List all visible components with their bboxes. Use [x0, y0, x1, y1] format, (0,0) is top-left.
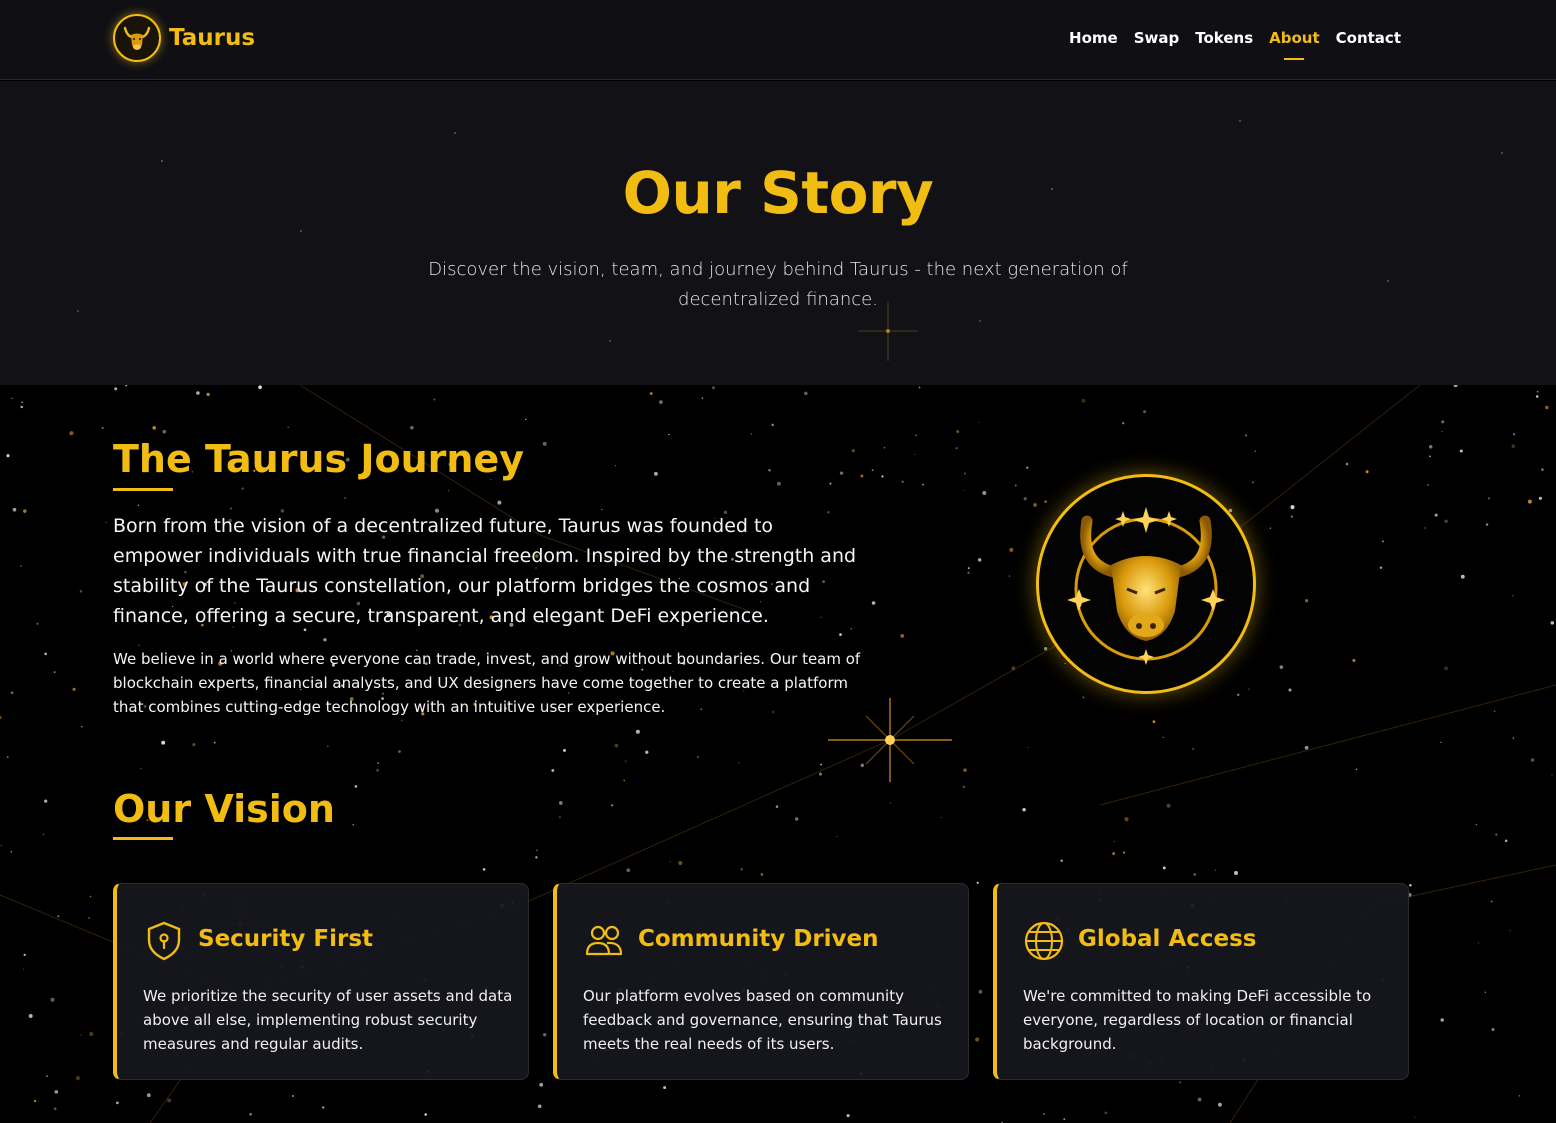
card-description: We prioritize the security of user asset…	[143, 987, 513, 1053]
nav-link-home[interactable]: Home	[1069, 29, 1118, 47]
bull-logo-icon[interactable]	[113, 14, 161, 62]
nav-link-swap[interactable]: Swap	[1134, 29, 1180, 47]
main-nav: Home Swap Tokens About Contact	[1069, 29, 1401, 47]
globe-icon	[1023, 920, 1065, 962]
card-title: Global Access	[1078, 926, 1257, 952]
journey-lead-paragraph: Born from the vision of a decentralized …	[113, 515, 857, 627]
vision-card-community: Community Driven Our platform evolves ba…	[553, 883, 969, 1080]
brand-name[interactable]: Taurus	[169, 25, 255, 51]
vision-title-underline	[113, 837, 173, 840]
page-title: Our Story	[622, 159, 934, 227]
hero-section: Our Story Discover the vision, team, and…	[0, 81, 1556, 385]
journey-body-paragraph: We believe in a world where everyone can…	[113, 650, 861, 716]
story-section: The Taurus Journey Born from the vision …	[0, 385, 1556, 1123]
card-description: Our platform evolves based on community …	[583, 987, 942, 1053]
hero-starfield	[77, 120, 1503, 361]
hero-subtitle: Discover the vision, team, and journey b…	[428, 259, 1128, 310]
vision-card-global: Global Access We're committed to making …	[993, 883, 1409, 1080]
nav-link-about[interactable]: About	[1269, 29, 1320, 47]
shield-lock-icon	[143, 920, 185, 962]
card-title: Community Driven	[638, 926, 879, 952]
brand[interactable]: Taurus	[113, 14, 255, 62]
journey-title-underline	[113, 488, 173, 491]
vision-card-security: Security First We prioritize the securit…	[113, 883, 529, 1080]
users-icon	[583, 920, 625, 962]
nav-link-tokens[interactable]: Tokens	[1195, 29, 1253, 47]
taurus-emblem-image	[1036, 474, 1256, 694]
journey-title: The Taurus Journey	[113, 437, 524, 481]
card-title: Security First	[198, 926, 374, 952]
card-description: We're committed to making DeFi accessibl…	[1023, 987, 1372, 1053]
navbar: Taurus Home Swap Tokens About Contact	[0, 0, 1556, 80]
nav-link-contact[interactable]: Contact	[1336, 29, 1401, 47]
vision-title: Our Vision	[113, 787, 335, 831]
